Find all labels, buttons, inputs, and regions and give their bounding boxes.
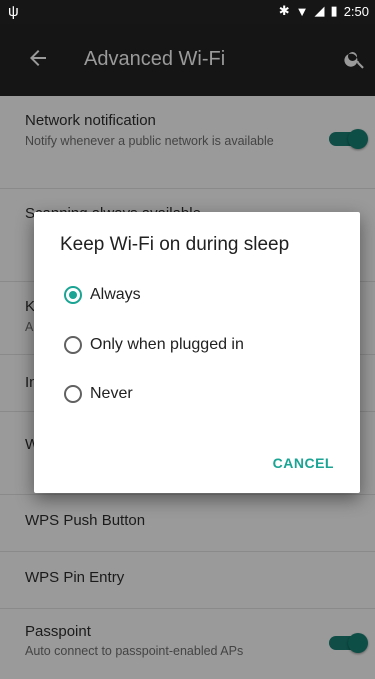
bluetooth-icon: ✱ — [278, 3, 290, 18]
option-never[interactable]: Never — [64, 379, 133, 409]
option-label: Only when plugged in — [90, 336, 244, 353]
option-label: Always — [90, 286, 141, 303]
usb-icon: ψ — [8, 3, 19, 20]
sleep-policy-dialog: Keep Wi-Fi on during sleep Always Only w… — [34, 212, 360, 493]
dialog-title: Keep Wi-Fi on during sleep — [60, 234, 290, 255]
item-title: WPS Push Button — [25, 512, 146, 529]
list-item-wps-push[interactable]: WPS Push Button — [0, 495, 375, 552]
back-arrow-icon[interactable] — [26, 46, 50, 70]
option-always[interactable]: Always — [64, 280, 141, 310]
list-item-wps-pin[interactable]: WPS Pin Entry — [0, 552, 375, 609]
item-subtitle: Auto connect to passpoint-enabled APs — [25, 644, 244, 658]
notification-toggle[interactable] — [329, 129, 368, 149]
item-title: Passpoint — [25, 623, 91, 640]
battery-icon: ▮ — [330, 3, 338, 18]
status-icons: ✱ ▼ ◢ ▮ 2:50 — [279, 3, 369, 19]
radio-icon[interactable] — [64, 385, 82, 403]
status-time: 2:50 — [343, 3, 369, 19]
item-title: Network notification — [25, 112, 156, 129]
toggle-knob — [348, 633, 368, 653]
cancel-button[interactable]: CANCEL — [273, 455, 334, 471]
list-item-network-notification[interactable]: Network notification Notify whenever a p… — [0, 96, 375, 189]
wifi-icon: ▼ — [295, 3, 309, 19]
search-icon[interactable] — [343, 47, 367, 71]
list-item-passpoint[interactable]: Passpoint Auto connect to passpoint-enab… — [0, 609, 375, 679]
page-title: Advanced Wi-Fi — [84, 48, 226, 70]
passpoint-toggle[interactable] — [329, 633, 368, 653]
option-label: Never — [90, 385, 133, 402]
option-plugged-in[interactable]: Only when plugged in — [64, 330, 244, 360]
toggle-knob — [348, 129, 368, 149]
app-bar: Advanced Wi-Fi — [0, 24, 375, 96]
item-subtitle: Notify whenever a public network is avai… — [25, 134, 274, 148]
item-title: WPS Pin Entry — [25, 569, 125, 586]
radio-selected-icon[interactable] — [64, 286, 82, 304]
status-bar: ψ ✱ ▼ ◢ ▮ 2:50 — [0, 0, 375, 24]
signal-icon: ◢ — [314, 3, 325, 18]
radio-icon[interactable] — [64, 336, 82, 354]
